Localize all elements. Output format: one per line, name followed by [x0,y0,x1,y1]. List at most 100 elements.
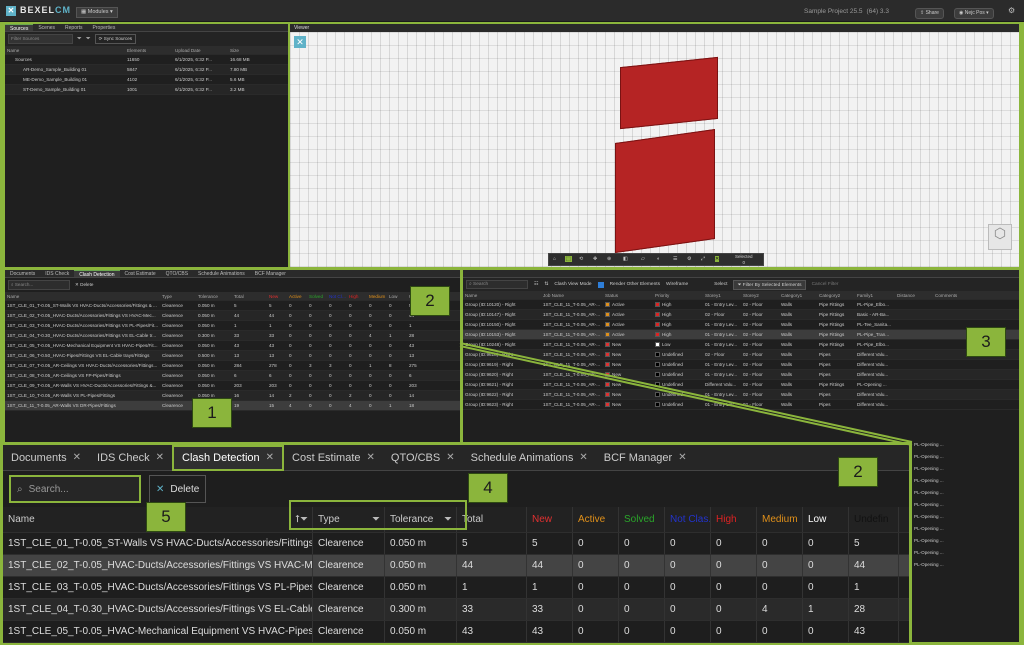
result-cell: Group (ID:9623) - Right [465,402,513,407]
tab-qto-cbs[interactable]: QTO/CBS ✕ [383,445,463,471]
tab-clash-detection[interactable]: Clash Detection [74,270,120,278]
source-row[interactable]: ME-Demo_Sample_Building 01 4102 6/1/2025, … [5,75,288,85]
list-icon[interactable]: ☷ [534,282,538,287]
search-input[interactable]: ⌕ Search... [9,475,141,503]
selected-wall-lower[interactable] [615,128,715,254]
measure-icon[interactable]: ▱ [641,256,645,262]
user-button[interactable]: ◉ Nejc Pos ▾ [954,8,994,19]
section-icon[interactable]: ◧ [623,256,628,262]
clash-mode-icon[interactable]: ✕ [715,256,720,262]
source-row[interactable]: AR-Demo_Sample_Building 01 5847 6/1/2025, … [5,65,288,75]
result-row[interactable]: Group (ID:9618) - Right 1ST_CLE_11_T-0.05… [463,350,1019,360]
sync-sources-button[interactable]: ⟳ Sync Sources [94,34,137,44]
clash-row[interactable]: 1ST_CLE_09_T-0.05_AR-Walls VS HVAC-Ducts… [5,381,460,391]
clash-row[interactable]: 1ST_CLE_01_T-0.05_ST-Walls VS HVAC-Ducts… [5,301,460,311]
clash-row[interactable]: 1ST_CLE_03_T-0.05_HVAC-Ducts/Accessories… [3,577,909,599]
result-cell: Low [653,342,703,348]
select-dropdown[interactable]: Select [714,282,727,287]
tab-reports[interactable]: Reports [60,24,88,31]
tab-documents[interactable]: Documents [5,270,40,277]
result-row[interactable]: Group (ID:10248) - Right 1ST_CLE_11_T-0.0… [463,340,1019,350]
zoom-icon[interactable]: ⊕ [607,256,611,262]
tab-scenes[interactable]: Scenes [33,24,60,31]
tab-cost-estimate[interactable]: Cost Estimate ✕ [284,445,383,471]
clash-row[interactable]: 1ST_CLE_07_T-0.05_AR-Ceilings VS HVAC-Du… [5,361,460,371]
tab-schedule-animations[interactable]: Schedule Animations [193,270,250,277]
clash-row[interactable]: 1ST_CLE_01_T-0.05_ST-Walls VS HVAC-Ducts… [3,533,909,555]
clash-row[interactable]: 1ST_CLE_03_T-0.05_HVAC-Ducts/Accessories… [5,321,460,331]
result-row[interactable]: Group (ID:9621) - Right 1ST_CLE_11_T-0.05… [463,380,1019,390]
tab-ids-check[interactable]: IDS Check ✕ [89,445,172,471]
tab-qto-cbs[interactable]: QTO/CBS [161,270,193,277]
clash-search-input[interactable]: ⌕ Search [466,280,528,289]
tab-ids-check[interactable]: IDS Check [40,270,74,277]
share-button[interactable]: ⇪ Share [915,8,944,19]
close-tab-icon[interactable]: ✕ [266,452,274,463]
clash-view-mode[interactable]: Clash View Mode [554,282,591,287]
tab-bcf-manager[interactable]: BCF Manager [250,270,291,277]
result-row[interactable]: Group (ID:10147) - Right 1ST_CLE_11_T-0.0… [463,310,1019,320]
selected-wall-upper[interactable] [620,56,718,130]
filter-icon[interactable]: ⏷ [444,514,452,525]
result-row[interactable]: Group (ID:9622) - Right 1ST_CLE_11_T-0.05… [463,390,1019,400]
clash-row[interactable]: 1ST_CLE_02_T-0.05_HVAC-Ducts/Accessories… [3,555,909,577]
filter-icon[interactable]: ⏷ [77,36,82,43]
tab-cost-estimate[interactable]: Cost Estimate [120,270,161,277]
close-tab-icon[interactable]: ✕ [156,452,164,463]
select-tool-icon[interactable]: ⬚ [565,256,572,262]
viewer-3d[interactable]: Viewer ✕ ⬡ [290,24,1019,267]
clash-row[interactable]: 1ST_CLE_04_T-0.30_HVAC-Ducts/Accessories… [3,599,909,621]
result-row[interactable]: Group (ID:10153) - Right 1ST_CLE_11_T-0.0… [463,330,1019,340]
render-mode-select[interactable]: Wireframe [666,282,688,287]
tab-properties[interactable]: Properties [88,24,121,31]
clash-row[interactable]: 1ST_CLE_05_T-0.05_HVAC-Mechanical Equipm… [3,621,909,643]
orbit-icon[interactable]: ⟲ [579,256,583,262]
sort-icon[interactable]: ⭡⏷ [295,514,308,525]
clash-row[interactable]: 1ST_CLE_04_T-0.30_HVAC-Ducts/Accessories… [5,331,460,341]
source-row[interactable]: Sources 11650 6/1/2025, 6:32 P... 16.68 MB [5,55,288,65]
clash-row[interactable]: 1ST_CLE_05_T-0.05_HVAC-Mechanical Equipm… [5,341,460,351]
tab-schedule-animations[interactable]: Schedule Animations ✕ [463,445,596,471]
close-tab-icon[interactable]: ✕ [579,452,587,463]
delete-button-small[interactable]: ✕ Delete [75,282,93,288]
filter-clear-icon[interactable]: ⏷ [86,36,91,43]
home-icon[interactable]: ⌂ [553,256,556,262]
search-input-small[interactable]: ⌕ Search... [8,280,70,290]
tab-documents[interactable]: Documents ✕ [3,445,89,471]
tab-sources[interactable]: Sources [5,24,34,32]
clash-row[interactable]: 1ST_CLE_06_T-0.50_HVAC-Pipes/Fittings VS… [5,351,460,361]
clash-row[interactable]: 1ST_CLE_11_T-0.05_AR-Walls VS DR-Pipes/F… [5,401,460,411]
fit-icon[interactable]: ⤢ [701,256,705,262]
result-row[interactable]: Group (ID:10120) - Right 1ST_CLE_11_T-0.0… [463,300,1019,310]
tab-clash-detection[interactable]: Clash Detection ✕ [172,444,285,471]
gear-icon[interactable]: ⚙ [1008,6,1015,15]
view-cube-icon[interactable]: ⬡ [988,224,1012,250]
source-row[interactable]: ST-Demo_Sample_Building 01 1001 6/1/2025, … [5,85,288,95]
settings-icon[interactable]: ⚙ [687,256,691,262]
result-row[interactable]: Group (ID:9620) - Right 1ST_CLE_11_T-0.05… [463,370,1019,380]
result-row[interactable]: Group (ID:10150) - Right 1ST_CLE_11_T-0.0… [463,320,1019,330]
delete-button[interactable]: ✕ Delete [149,475,207,503]
filter-icon[interactable]: ⏷ [372,514,380,525]
clash-row[interactable]: 1ST_CLE_02_T-0.05_HVAC-Ducts/Accessories… [5,311,460,321]
close-tab-icon[interactable]: ✕ [367,452,375,463]
layers-icon[interactable]: ☰ [673,256,677,262]
clash-row[interactable]: 1ST_CLE_08_T-0.05_AR-Ceilings VS FP-Pipe… [5,371,460,381]
sort-icon[interactable]: ⇅ [544,282,548,287]
close-tab-icon[interactable]: ✕ [73,452,81,463]
filter-sources-input[interactable]: Filter Sources [8,34,73,44]
source-name: ST-Demo_Sample_Building 01 [23,87,86,92]
clash-row[interactable]: 1ST_CLE_10_T-0.05_AR-Walls VS PL-Pipes/F… [5,391,460,401]
render-other-checkbox[interactable] [597,281,604,288]
pan-icon[interactable]: ✥ [593,256,597,262]
filter-selected-button[interactable]: ⏷ Filter By Selected Elements [733,279,806,290]
modules-button[interactable]: ▦ Modules ▾ [76,7,118,18]
close-tab-icon[interactable]: ✕ [678,452,686,463]
result-row[interactable]: Group (ID:9619) - Right 1ST_CLE_11_T-0.05… [463,360,1019,370]
tab-bcf-manager[interactable]: BCF Manager ✕ [596,445,695,471]
cancel-filter-button[interactable]: Cancel Filter [812,282,839,287]
clash-cell: 1 [803,599,849,620]
hide-icon[interactable]: ◐ [657,256,660,262]
close-tab-icon[interactable]: ✕ [446,452,454,463]
result-row[interactable]: Group (ID:9623) - Right 1ST_CLE_11_T-0.05… [463,400,1019,410]
